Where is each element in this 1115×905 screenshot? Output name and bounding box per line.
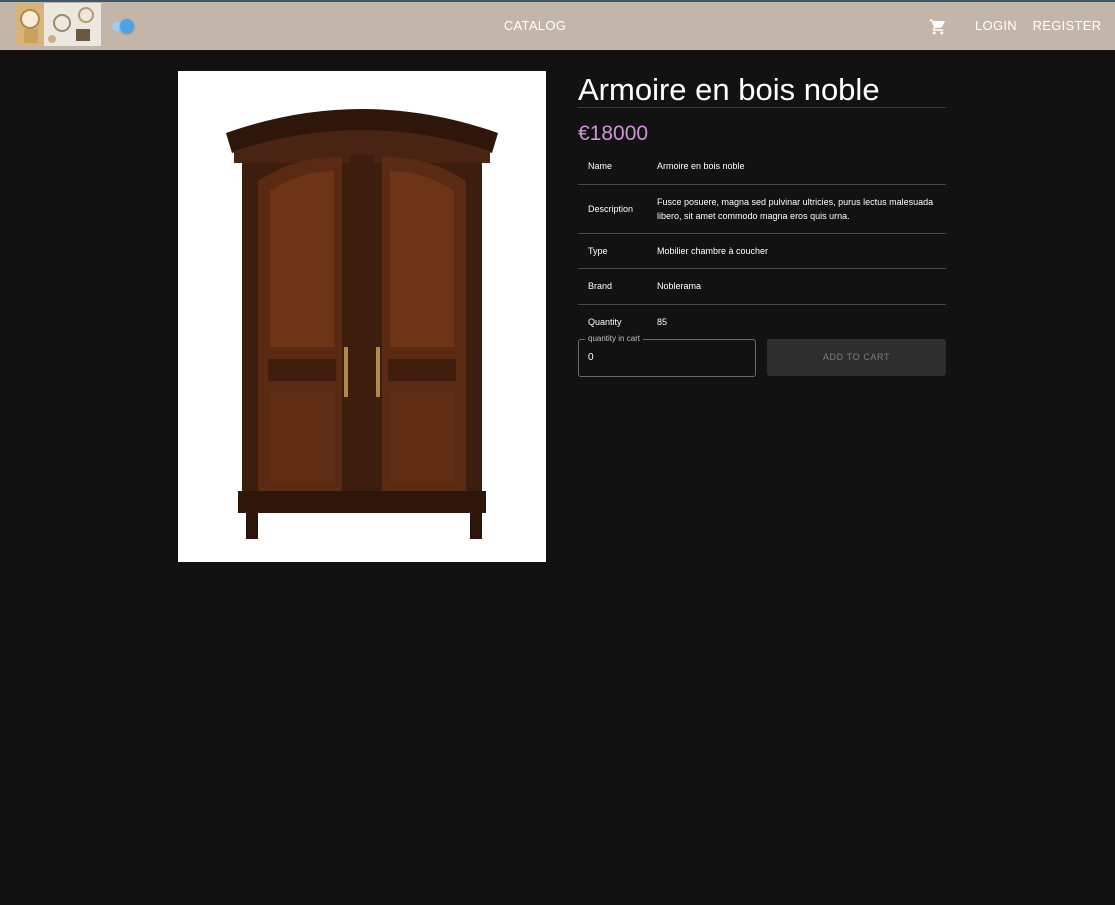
quantity-label: quantity in cart — [585, 334, 644, 344]
spec-label: Name — [588, 160, 613, 171]
toggle-thumb — [120, 19, 134, 33]
table-row: Brand Noblerama — [578, 268, 946, 304]
spec-label: Description — [588, 203, 634, 214]
spec-label: Brand — [588, 281, 613, 291]
quantity-input[interactable] — [588, 352, 738, 363]
spec-table: Name Armoire en bois noble Description F… — [578, 148, 946, 340]
product-details: Armoire en bois noble €18000 Name Armoir… — [578, 71, 946, 377]
shop-logo[interactable] — [16, 3, 101, 46]
cart-icon[interactable] — [929, 18, 947, 36]
product-image — [178, 71, 546, 562]
table-row: Name Armoire en bois noble — [578, 148, 946, 184]
spec-value: Armoire en bois noble — [657, 160, 745, 171]
top-app-bar: CATALOG LOGIN REGISTER — [0, 0, 1115, 50]
table-row: Description Fusce posuere, magna sed pul… — [578, 184, 946, 233]
quantity-field[interactable]: quantity in cart — [578, 334, 756, 377]
product-title: Armoire en bois noble — [578, 71, 946, 108]
login-button[interactable]: LOGIN — [972, 14, 1020, 38]
register-button[interactable]: REGISTER — [1032, 14, 1102, 38]
product-price: €18000 — [578, 122, 649, 145]
spec-value: Noblerama — [657, 281, 702, 291]
nav-catalog-link[interactable]: CATALOG — [490, 14, 580, 38]
spec-value: 85 — [657, 317, 668, 328]
spec-value: Fusce posuere, magna sed pulvinar ultric… — [657, 196, 934, 221]
theme-toggle[interactable] — [110, 18, 138, 34]
table-row: Type Mobilier chambre à coucher — [578, 233, 946, 268]
add-to-cart-button[interactable]: ADD TO CART — [767, 339, 946, 376]
spec-label: Type — [588, 245, 608, 256]
spec-value: Mobilier chambre à coucher — [657, 245, 769, 256]
